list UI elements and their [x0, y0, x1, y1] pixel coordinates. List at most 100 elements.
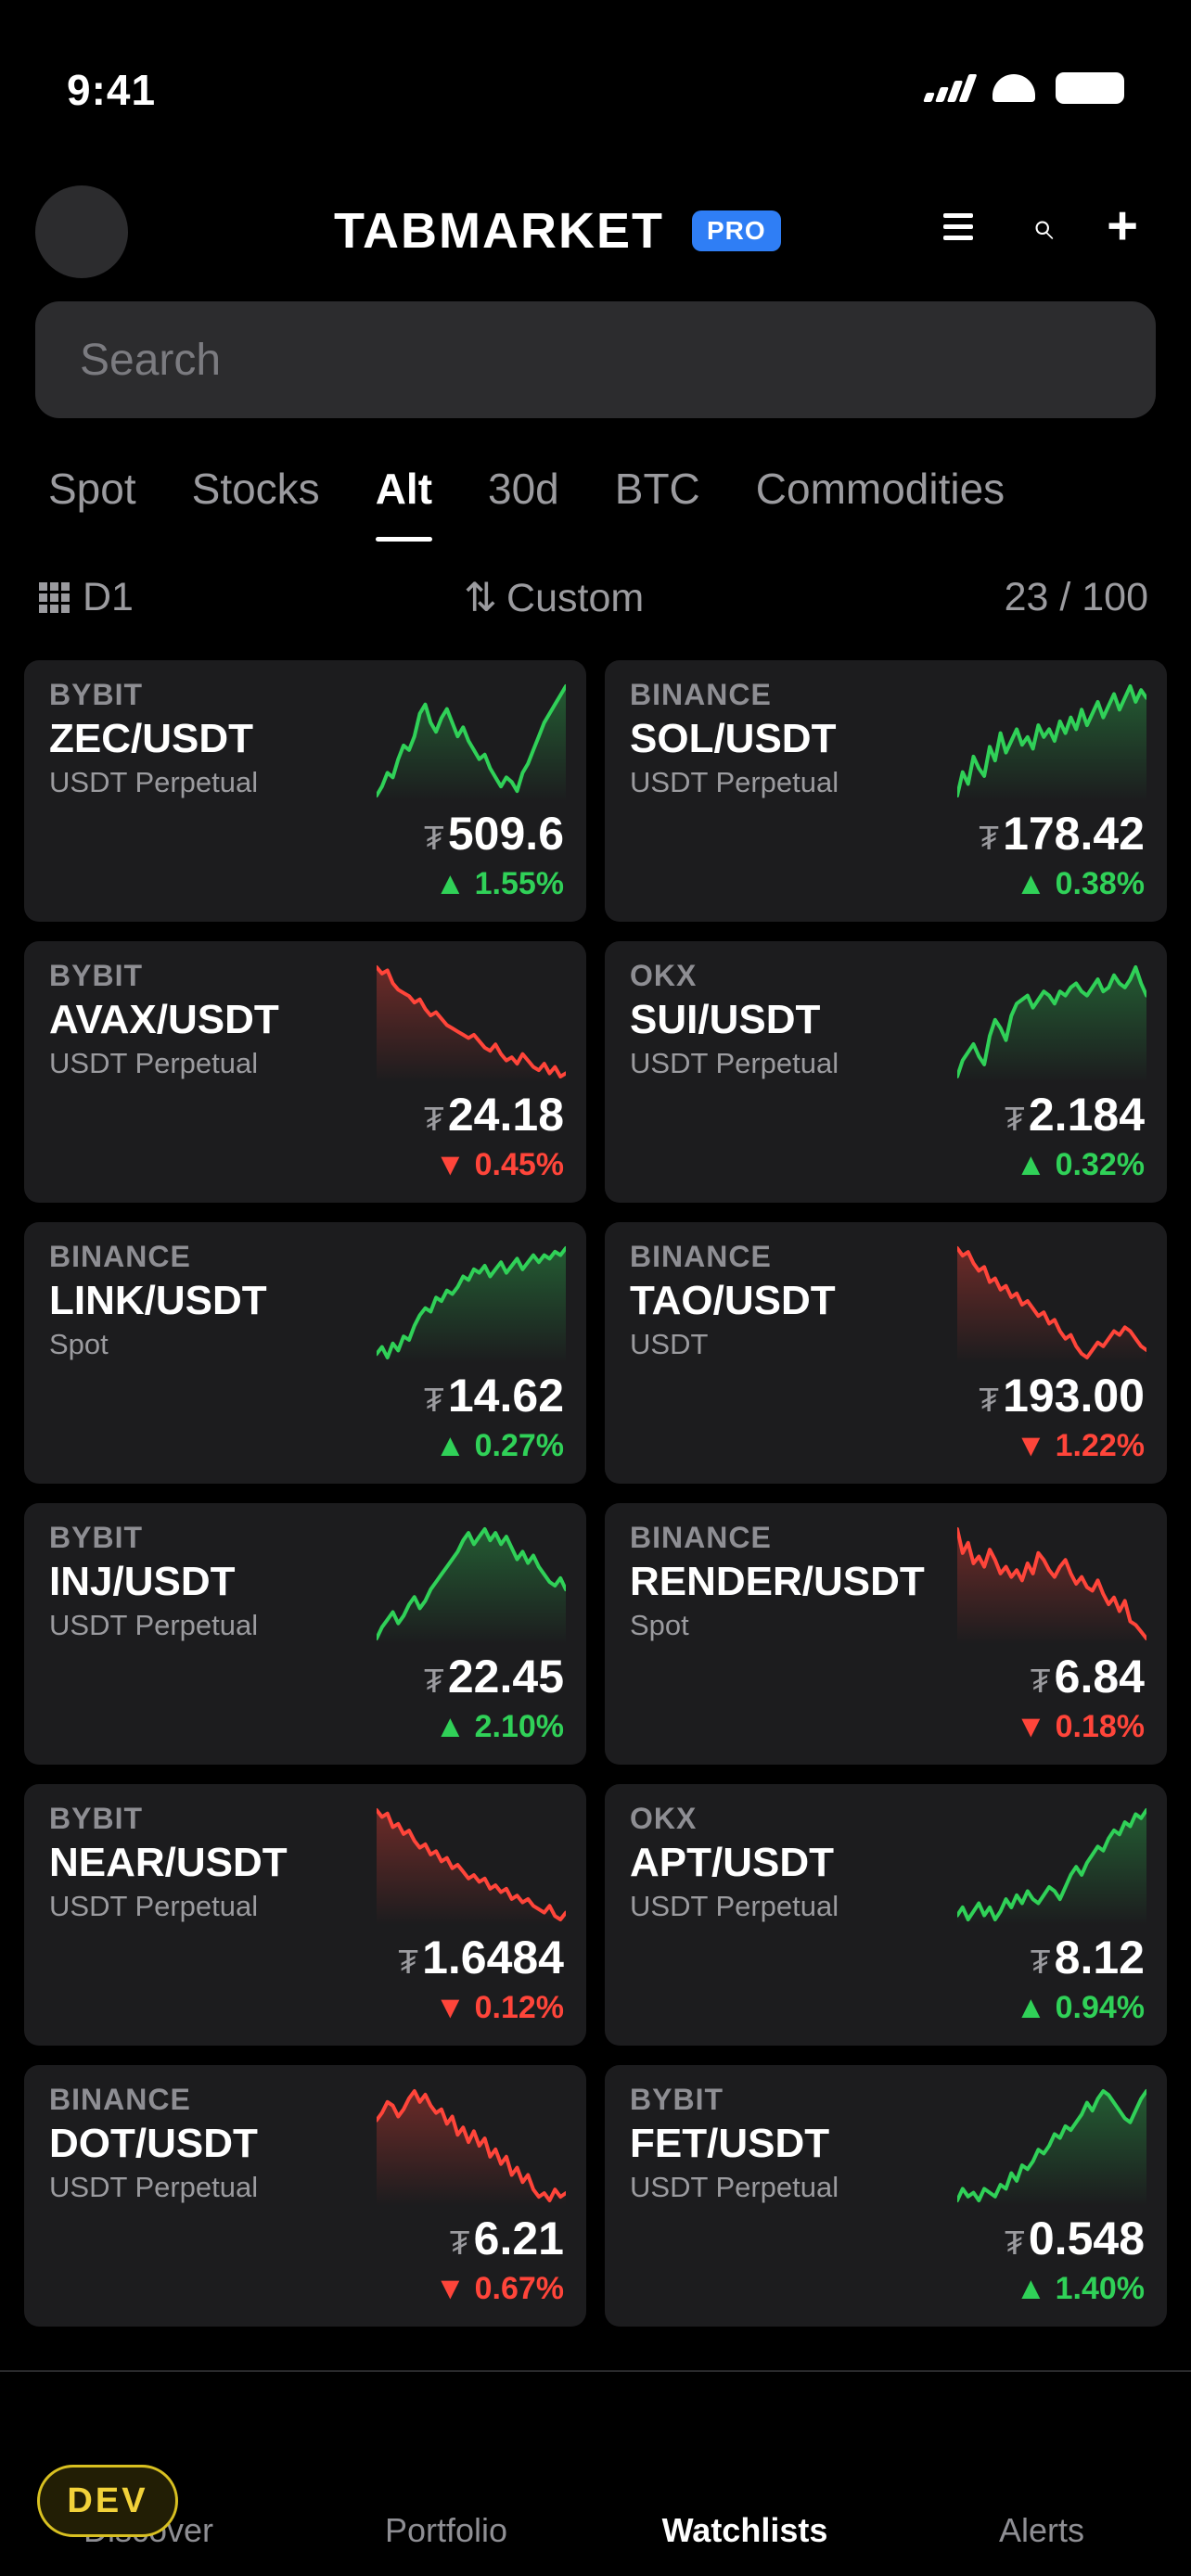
search-button[interactable]: ⌕: [1013, 197, 1072, 256]
sparkline-chart: [957, 1808, 1146, 1925]
price: ₮ 22.45: [424, 1650, 564, 1703]
tab-commodities[interactable]: Commodities: [756, 464, 1005, 542]
exchange-label: BYBIT: [49, 1521, 143, 1554]
change: ▲ 0.27%: [434, 1428, 564, 1464]
ticker-card[interactable]: OKX SUI/USDT USDT Perpetual ₮ 2.184 ▲ 0.32%: [605, 941, 1167, 1203]
filter-row: D1 ⇅ Custom 23 / 100: [0, 575, 1191, 631]
ticker-card[interactable]: BINANCE RENDER/USDT Spot ₮ 6.84 ▼ 0.18%: [605, 1503, 1167, 1765]
change-value: 1.55%: [474, 866, 564, 901]
sort-selector[interactable]: ⇅ Custom: [464, 575, 644, 621]
avatar[interactable]: [35, 185, 128, 278]
menu-icon: [943, 212, 973, 240]
dev-badge[interactable]: DEV: [37, 2465, 178, 2537]
currency-symbol: ₮: [1004, 2224, 1025, 2262]
pair-label: NEAR/USDT: [49, 1840, 288, 1885]
sparkline-chart: [957, 1246, 1146, 1363]
sparkline-area: [377, 967, 566, 1082]
pair-label: APT/USDT: [630, 1840, 834, 1885]
price-value: 178.42: [1003, 808, 1145, 860]
ticker-card[interactable]: BINANCE TAO/USDT USDT ₮ 193.00 ▼ 1.22%: [605, 1222, 1167, 1484]
plus-icon: +: [1107, 196, 1138, 256]
pair-label: INJ/USDT: [49, 1559, 236, 1604]
tab-btc[interactable]: BTC: [615, 464, 700, 542]
tab-alt[interactable]: Alt: [375, 464, 433, 542]
contract-type: USDT Perpetual: [630, 766, 839, 798]
tab-spot[interactable]: Spot: [48, 464, 136, 542]
exchange-label: OKX: [630, 1802, 698, 1835]
ticker-card[interactable]: BYBIT AVAX/USDT USDT Perpetual ₮ 24.18 ▼ 0.45…: [24, 941, 586, 1203]
timeframe-selector[interactable]: D1: [39, 575, 134, 620]
direction-arrow-icon: ▲: [1015, 1990, 1047, 2025]
ticker-card[interactable]: OKX APT/USDT USDT Perpetual ₮ 8.12 ▲ 0.94%: [605, 1784, 1167, 2046]
status-bar: 9:41: [0, 0, 1191, 176]
change-value: 1.40%: [1055, 2271, 1145, 2306]
tab-30d[interactable]: 30d: [488, 464, 559, 542]
contract-type: USDT Perpetual: [630, 1890, 839, 1922]
sparkline-area: [957, 1810, 1146, 1925]
price: ₮ 8.12: [1031, 1931, 1145, 1984]
pair-label: FET/USDT: [630, 2121, 830, 2166]
nav-alerts[interactable]: Alerts: [999, 2511, 1084, 2550]
pair-label: RENDER/USDT: [630, 1559, 925, 1604]
sparkline-chart: [377, 2089, 566, 2206]
ticker-card[interactable]: BYBIT NEAR/USDT USDT Perpetual ₮ 1.6484 ▼ 0.1…: [24, 1784, 586, 2046]
ticker-card[interactable]: BYBIT FET/USDT USDT Perpetual ₮ 0.548 ▲ 1.40%: [605, 2065, 1167, 2327]
contract-type: USDT Perpetual: [49, 766, 259, 798]
change: ▲ 1.40%: [1015, 2271, 1145, 2307]
ticker-card[interactable]: BINANCE DOT/USDT USDT Perpetual ₮ 6.21 ▼ 0.67…: [24, 2065, 586, 2327]
contract-type: Spot: [630, 1609, 689, 1641]
price: ₮ 2.184: [1005, 1088, 1145, 1141]
direction-arrow-icon: ▲: [434, 1709, 467, 1744]
change: ▲ 0.94%: [1015, 1990, 1145, 2026]
currency-symbol: ₮: [398, 1943, 419, 1981]
change-value: 0.32%: [1055, 1147, 1145, 1182]
currency-symbol: ₮: [423, 1100, 444, 1138]
pro-badge: PRO: [691, 210, 781, 251]
pair-label: SUI/USDT: [630, 997, 821, 1042]
tab-stocks[interactable]: Stocks: [192, 464, 320, 542]
bottom-nav: Discover Portfolio Watchlists Alerts DEV: [0, 2370, 1191, 2576]
price-value: 0.548: [1028, 2213, 1145, 2264]
price: ₮ 6.84: [1031, 1650, 1145, 1703]
sort-label: Custom: [506, 575, 645, 620]
sparkline-area: [957, 1248, 1146, 1363]
pair-label: AVAX/USDT: [49, 997, 279, 1042]
add-button[interactable]: +: [1093, 197, 1152, 256]
ticker-card[interactable]: BYBIT INJ/USDT USDT Perpetual ₮ 22.45 ▲ 2.10%: [24, 1503, 586, 1765]
sparkline-area: [957, 1529, 1146, 1644]
change-value: 0.27%: [474, 1428, 564, 1463]
change: ▲ 0.32%: [1015, 1147, 1145, 1183]
contract-type: USDT Perpetual: [49, 1047, 259, 1079]
contract-type: USDT Perpetual: [49, 2171, 259, 2203]
nav-watchlists[interactable]: Watchlists: [662, 2511, 828, 2550]
sparkline-chart: [957, 1527, 1146, 1644]
contract-type: Spot: [49, 1328, 109, 1360]
change: ▲ 1.55%: [434, 866, 564, 902]
direction-arrow-icon: ▼: [434, 2271, 467, 2306]
direction-arrow-icon: ▼: [434, 1990, 467, 2025]
direction-arrow-icon: ▼: [434, 1147, 467, 1182]
search-bar[interactable]: [35, 301, 1156, 418]
change: ▼ 0.67%: [434, 2271, 564, 2307]
timeframe-label: D1: [83, 575, 134, 619]
price: ₮ 178.42: [979, 807, 1145, 861]
price-value: 6.21: [473, 2213, 564, 2264]
menu-button[interactable]: [928, 197, 988, 256]
ticker-card[interactable]: BINANCE LINK/USDT Spot ₮ 14.62 ▲ 0.27%: [24, 1222, 586, 1484]
exchange-label: BINANCE: [49, 1240, 191, 1273]
exchange-label: BYBIT: [49, 678, 143, 711]
price-value: 14.62: [447, 1370, 564, 1422]
price: ₮ 6.21: [450, 2212, 564, 2265]
price-value: 6.84: [1054, 1651, 1145, 1702]
sparkline-chart: [377, 684, 566, 801]
change-value: 0.94%: [1055, 1990, 1145, 2025]
change: ▲ 0.38%: [1015, 866, 1145, 902]
nav-portfolio[interactable]: Portfolio: [385, 2511, 507, 2550]
ticker-card[interactable]: BYBIT ZEC/USDT USDT Perpetual ₮ 509.6 ▲ 1.55%: [24, 660, 586, 922]
sort-arrows-icon: ⇅: [464, 576, 498, 620]
search-input[interactable]: [80, 334, 1100, 386]
price-value: 8.12: [1054, 1932, 1145, 1983]
exchange-label: BYBIT: [49, 1802, 143, 1835]
grid-icon: [39, 582, 70, 613]
ticker-card[interactable]: BINANCE SOL/USDT USDT Perpetual ₮ 178.42 ▲ 0.…: [605, 660, 1167, 922]
